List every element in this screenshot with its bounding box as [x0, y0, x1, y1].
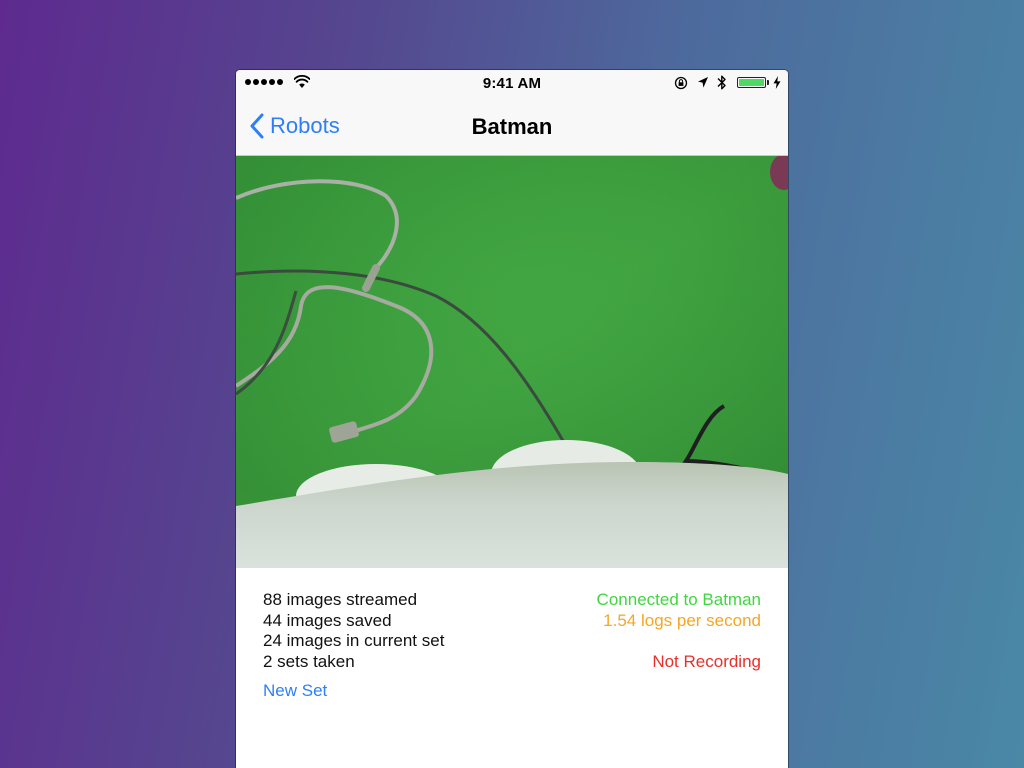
connection-status-label: Connected to Batman: [596, 590, 761, 609]
images-streamed: 88 images streamed: [263, 590, 418, 609]
recording-status-label: Not Recording: [652, 652, 761, 672]
battery-tip: [767, 80, 769, 85]
bluetooth-icon: [717, 75, 726, 90]
phone-screen: 9:41 AM Robots Batman 88 images streamed…: [236, 70, 788, 768]
rotation-lock-icon: [674, 76, 688, 90]
camera-image: [236, 156, 788, 568]
logs-rate-label: 1.54 logs per second: [603, 610, 761, 630]
page-title: Batman: [471, 114, 553, 139]
sets-taken: 2 sets taken: [263, 652, 355, 672]
status-bar: 9:41 AM: [236, 70, 788, 98]
navigation-bar: Robots Batman: [236, 98, 788, 156]
new-set-button[interactable]: New Set: [263, 681, 327, 701]
charging-icon: [773, 76, 781, 89]
images-saved: 44 images saved: [263, 610, 392, 630]
connection-status: Connected to Batman 1.54 logs per second…: [597, 590, 761, 673]
location-arrow-icon: [698, 77, 708, 88]
images-in-current-set: 24 images in current set: [263, 631, 445, 651]
battery-level: [739, 79, 764, 86]
info-panel: 88 images streamed 44 images saved 24 im…: [236, 568, 788, 768]
camera-feed: [236, 156, 788, 568]
stats-list: 88 images streamed 44 images saved 24 im…: [263, 590, 444, 673]
battery-icon: [737, 77, 766, 88]
